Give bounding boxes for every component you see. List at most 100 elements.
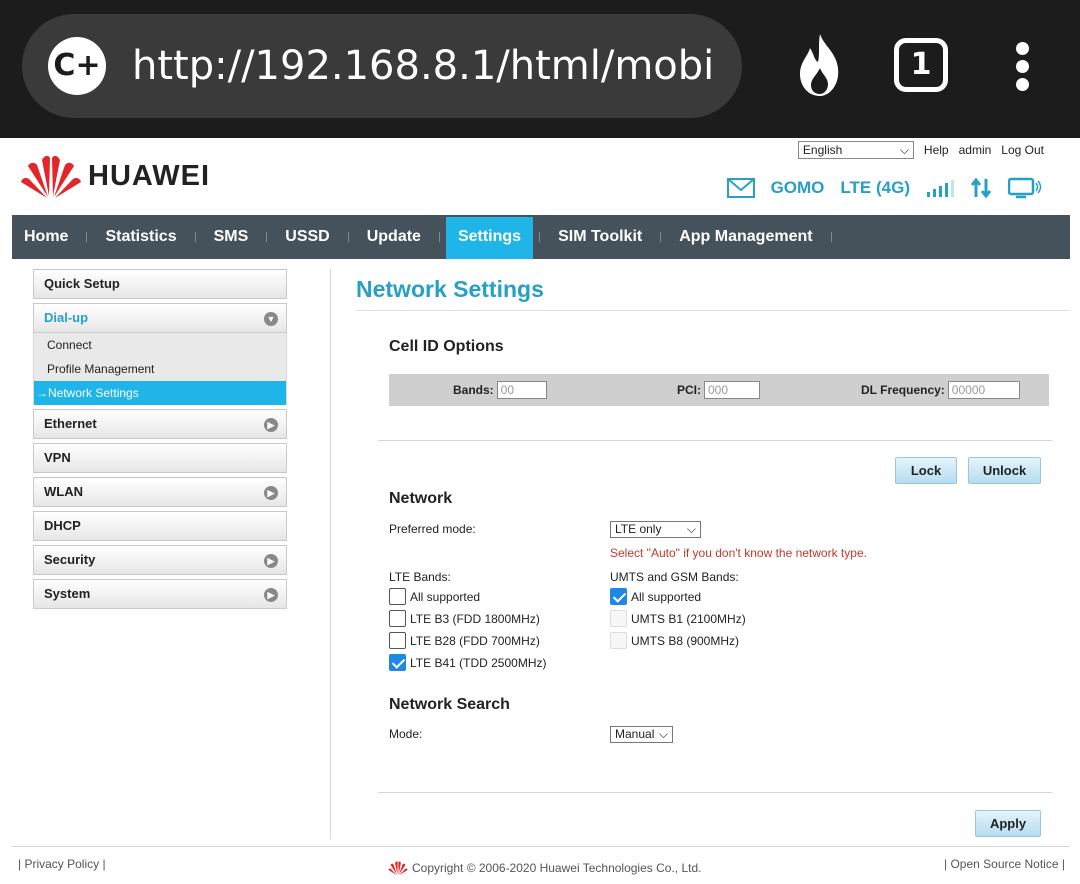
language-value: English — [802, 143, 843, 157]
huawei-flower-icon — [21, 155, 81, 198]
chevron-down-icon: ⌵ — [686, 522, 696, 536]
nav-app-management[interactable]: App Management — [667, 217, 824, 259]
lte-b41-checkbox[interactable] — [389, 654, 406, 671]
lte-all-supported-option[interactable]: All supported — [389, 588, 480, 605]
lte-b41-label: LTE B41 (TDD 2500MHz) — [410, 655, 547, 670]
lte-all-supported-label: All supported — [410, 589, 481, 604]
more-menu-icon[interactable] — [1008, 42, 1036, 92]
network-heading: Network — [389, 490, 453, 507]
apply-button[interactable]: Apply — [975, 810, 1041, 837]
sidebar-item-vpn[interactable]: VPN — [33, 443, 287, 473]
nav-settings[interactable]: Settings — [445, 217, 534, 259]
lte-b3-checkbox[interactable] — [389, 610, 406, 627]
sidebar-item-wlan[interactable]: WLAN ▶ — [33, 477, 287, 507]
sidebar-subitem-network-settings[interactable]: →Network Settings — [33, 381, 287, 405]
operator-name: GOMO — [770, 178, 825, 197]
preferred-mode-value: LTE only — [615, 522, 662, 536]
nav-separator — [660, 232, 662, 242]
site-badge-icon[interactable]: C+ — [48, 37, 106, 95]
network-type: LTE (4G) — [840, 178, 910, 197]
lte-all-supported-checkbox[interactable] — [389, 588, 406, 605]
lock-button[interactable]: Lock — [895, 457, 957, 484]
logout-link[interactable]: Log Out — [1001, 143, 1044, 157]
network-search-heading: Network Search — [389, 696, 510, 713]
brand-name: HUAWEI — [88, 160, 210, 192]
nav-separator — [539, 232, 541, 242]
nav-sim-toolkit[interactable]: SIM Toolkit — [546, 217, 654, 259]
tabs-count-button[interactable]: 1 — [894, 38, 948, 92]
copyright-text: Copyright © 2006-2020 Huawei Technologie… — [412, 861, 702, 875]
sidebar-item-dialup[interactable]: Dial-up ▼ — [33, 303, 287, 333]
umts-b8-label: UMTS B8 (900MHz) — [631, 633, 740, 648]
chevron-down-icon: ⌵ — [899, 142, 909, 157]
pci-field: PCI: 000 — [677, 381, 760, 399]
nav-sms[interactable]: SMS — [202, 217, 261, 259]
sidebar-item-dhcp[interactable]: DHCP — [33, 511, 287, 541]
bands-label: Bands: — [453, 383, 494, 397]
umts-b1-checkbox — [610, 610, 627, 627]
help-link[interactable]: Help — [924, 143, 949, 157]
huawei-flower-icon — [388, 861, 408, 876]
umts-all-supported-label: All supported — [631, 589, 702, 604]
open-source-notice-label: Open Source Notice — [950, 857, 1059, 871]
nav-statistics[interactable]: Statistics — [93, 217, 188, 259]
nav-home[interactable]: Home — [12, 217, 80, 259]
page-title: Network Settings — [356, 276, 544, 302]
sidebar-item-quick-setup[interactable]: Quick Setup — [33, 269, 287, 299]
mail-icon[interactable] — [726, 178, 755, 198]
pci-input[interactable]: 000 — [704, 381, 760, 399]
top-links: English ⌵ Help admin Log Out — [797, 140, 1044, 160]
data-transfer-icon — [970, 177, 992, 199]
preferred-mode-label: Preferred mode: — [389, 522, 476, 536]
section-divider — [378, 792, 1052, 793]
lte-b3-option[interactable]: LTE B3 (FDD 1800MHz) — [389, 610, 540, 627]
address-bar[interactable]: C+ http://192.168.8.1/html/mobilene — [22, 14, 742, 118]
lte-b28-option[interactable]: LTE B28 (FDD 700MHz) — [389, 632, 540, 649]
chevron-right-icon: ▶ — [264, 588, 278, 602]
open-source-notice-link[interactable]: | Open Source Notice | — [944, 857, 1065, 871]
sidebar-item-security[interactable]: Security ▶ — [33, 545, 287, 575]
umts-b1-option: UMTS B1 (2100MHz) — [610, 610, 746, 627]
network-type-hint: Select "Auto" if you don't know the netw… — [610, 546, 867, 560]
signal-icon — [927, 180, 954, 197]
umts-b8-checkbox — [610, 632, 627, 649]
privacy-policy-link[interactable]: | Privacy Policy | — [18, 857, 106, 871]
sidebar-item-ethernet[interactable]: Ethernet ▶ — [33, 409, 287, 439]
nav-ussd[interactable]: USSD — [273, 217, 341, 259]
language-select[interactable]: English ⌵ — [797, 141, 914, 159]
bands-field: Bands: 00 — [453, 381, 547, 399]
chevron-right-icon: ▶ — [264, 418, 278, 432]
sidebar-item-label: Dial-up — [44, 310, 89, 325]
lte-b28-label: LTE B28 (FDD 700MHz) — [410, 633, 540, 648]
dl-frequency-input[interactable]: 00000 — [947, 381, 1020, 399]
fire-icon[interactable] — [792, 32, 848, 98]
lte-b28-checkbox[interactable] — [389, 632, 406, 649]
sidebar-subitem-profile-management[interactable]: Profile Management — [33, 357, 287, 381]
footer-divider — [12, 846, 1070, 847]
cell-id-bar: Bands: 00 PCI: 000 DL Frequency: 00000 — [389, 374, 1049, 406]
umts-all-supported-checkbox[interactable] — [610, 588, 627, 605]
cell-id-heading: Cell ID Options — [389, 338, 504, 355]
nav-separator — [347, 232, 349, 242]
search-mode-select[interactable]: Manual ⌵ — [610, 726, 673, 743]
sidebar-item-label: WLAN — [44, 484, 83, 499]
browser-toolbar: C+ http://192.168.8.1/html/mobilene 1 — [0, 0, 1080, 138]
sidebar-item-label: Ethernet — [44, 416, 97, 431]
nav-separator — [830, 232, 832, 242]
preferred-mode-select[interactable]: LTE only ⌵ — [610, 521, 701, 538]
unlock-button[interactable]: Unlock — [968, 457, 1041, 484]
content-divider — [330, 269, 331, 839]
nav-separator — [86, 232, 88, 242]
copyright-notice: Copyright © 2006-2020 Huawei Technologie… — [388, 860, 701, 876]
bands-input[interactable]: 00 — [496, 381, 547, 399]
umts-all-supported-option[interactable]: All supported — [610, 588, 701, 605]
sidebar-item-system[interactable]: System ▶ — [33, 579, 287, 609]
sidebar-item-label: System — [44, 586, 91, 601]
lte-b41-option[interactable]: LTE B41 (TDD 2500MHz) — [389, 654, 546, 671]
sidebar-item-label: Network Settings — [48, 386, 139, 400]
nav-update[interactable]: Update — [355, 217, 433, 259]
main-nav: Home Statistics SMS USSD Update Settings… — [12, 215, 1070, 259]
sidebar-subitem-connect[interactable]: Connect — [33, 333, 287, 357]
device-monitor-icon — [1008, 177, 1042, 199]
url-text[interactable]: http://192.168.8.1/html/mobilene — [132, 38, 712, 94]
